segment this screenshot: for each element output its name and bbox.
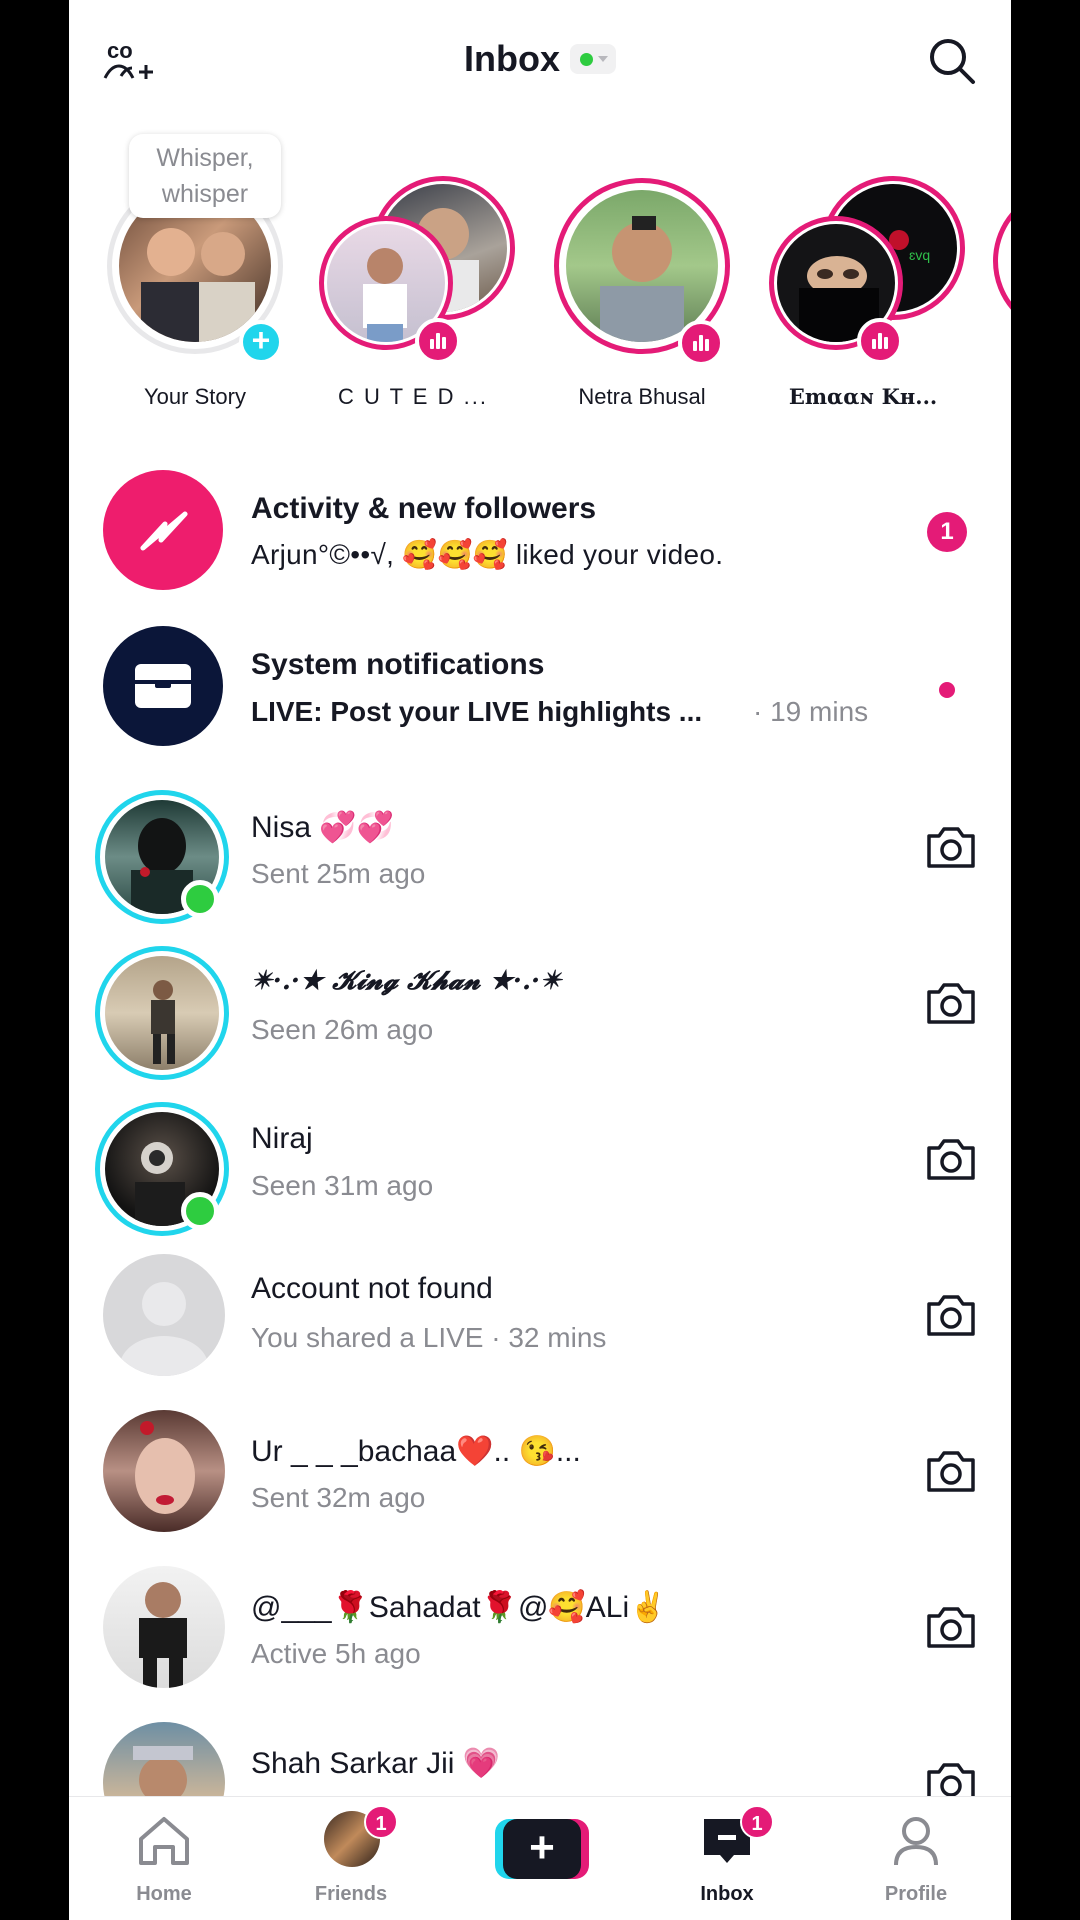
story-name: C U T E D ... — [338, 384, 488, 409]
story-note-bubble[interactable]: Whisper, whisper — [129, 134, 281, 218]
story-name: Netra Bhusal — [578, 384, 706, 409]
search-icon[interactable] — [927, 36, 977, 86]
chevron-down-icon — [598, 56, 608, 63]
conversation-name: @___🌹Sahadat🌹@🥰ALi✌️ — [251, 1591, 667, 1624]
conversation-name: ✴·.·★ 𝓚𝓲𝓷𝓰 𝓚𝓱𝓪𝓷 ★·.·✴ — [251, 966, 562, 996]
conversation-row[interactable]: ✴·.·★ 𝓚𝓲𝓷𝓰 𝓚𝓱𝓪𝓷 ★·.·✴ Seen 26m ago — [69, 926, 1011, 1080]
camera-icon[interactable] — [925, 824, 977, 870]
active-status-toggle[interactable] — [570, 44, 616, 75]
camera-icon[interactable] — [925, 1292, 977, 1338]
online-indicator — [181, 880, 219, 918]
lightning-icon — [103, 470, 223, 590]
note-line-2: whisper — [161, 180, 249, 208]
nav-inbox[interactable]: 1 Inbox — [652, 1805, 802, 1905]
system-subtitle: LIVE: Post your LIVE highlights ... — [251, 696, 703, 727]
live-icon — [415, 318, 461, 364]
conversation-row[interactable]: @___🌹Sahadat🌹@🥰ALi✌️ Active 5h ago — [69, 1550, 1011, 1700]
story-item-emaan[interactable]: ɛvq Emααɴ Kʜ... — [763, 120, 965, 420]
conversation-name: Shah Sarkar Jii 💗 — [251, 1747, 501, 1780]
conversation-row[interactable]: Ur _ _ _bachaa❤️.. 😘... Sent 32m ago — [69, 1394, 1011, 1544]
conversation-status: Active 5h ago — [251, 1638, 421, 1669]
conversation-status: Seen 26m ago — [251, 1014, 434, 1045]
story-item-cute[interactable]: C U T E D ... — [313, 120, 515, 420]
inbox-badge: 1 — [740, 1805, 774, 1839]
bottom-nav: Home 1 Friends + 1 Inbox Profile — [69, 1796, 1011, 1920]
nav-friends-label: Friends — [314, 1883, 388, 1905]
stories-row: Whisper, whisper + Your Story C U T E D … — [69, 120, 1011, 420]
page-title-text: Inbox — [464, 38, 560, 80]
conversation-row[interactable]: Account not found You shared a LIVE · 32… — [69, 1238, 1011, 1388]
inbox-screen: co Inbox Whisper, whisper + Your Story C… — [69, 0, 1011, 1920]
story-name: Your Story — [144, 384, 246, 409]
system-notifications-row[interactable]: System notifications LIVE: Post your LIV… — [69, 612, 1011, 762]
svg-text:ɛvq: ɛvq — [909, 247, 930, 263]
system-title: System notifications — [251, 648, 545, 681]
conversation-row[interactable]: Niraj Seen 31m ago — [69, 1082, 1011, 1236]
nav-profile[interactable]: Profile — [841, 1811, 991, 1905]
conversation-name: Niraj — [251, 1122, 313, 1155]
unread-count-badge: 1 — [927, 512, 967, 552]
live-icon — [678, 320, 724, 366]
profile-icon — [894, 1817, 938, 1866]
friends-badge: 1 — [364, 1805, 398, 1839]
nav-inbox-label: Inbox — [700, 1883, 754, 1905]
story-item-your-story[interactable]: Whisper, whisper + Your Story — [95, 120, 295, 420]
avatar — [566, 190, 718, 342]
camera-icon[interactable] — [925, 1136, 977, 1182]
story-name: Emααɴ Kʜ... — [788, 384, 938, 409]
avatar — [103, 1410, 225, 1532]
conversation-name: Account not found — [251, 1272, 493, 1305]
nav-home-label: Home — [136, 1883, 192, 1905]
conversation-name: Ur _ _ _bachaa❤️.. 😘... — [251, 1435, 581, 1468]
camera-icon[interactable] — [925, 1448, 977, 1494]
home-icon — [139, 1817, 189, 1865]
inbox-tray-icon — [103, 626, 223, 746]
live-icon — [857, 318, 903, 364]
active-status-dot — [580, 53, 593, 67]
conversation-status: Sent 32m ago — [251, 1482, 426, 1513]
conversation-status: You shared a LIVE · 32 mins — [251, 1322, 607, 1353]
note-line-1: Whisper, — [156, 144, 254, 172]
conversation-status: Seen 31m ago — [251, 1170, 434, 1201]
avatar — [103, 1566, 225, 1688]
conversation-row[interactable]: Nisa 💞💞 Sent 25m ago — [69, 770, 1011, 924]
story-item-netra-bhusal[interactable]: Netra Bhusal — [542, 120, 742, 420]
plus-icon: + — [495, 1819, 589, 1879]
activity-title: Activity & new followers — [251, 492, 597, 525]
nav-home[interactable]: Home — [89, 1811, 239, 1905]
header: co Inbox — [69, 0, 1011, 120]
story-ring-partial[interactable] — [993, 186, 1011, 336]
online-indicator — [181, 1192, 219, 1230]
inbox-icon — [704, 1819, 750, 1863]
nav-profile-label: Profile — [884, 1883, 948, 1905]
conversation-name: Nisa 💞💞 — [251, 811, 395, 844]
avatar — [105, 956, 219, 1070]
add-story-icon[interactable]: + — [239, 320, 283, 364]
conversation-status: Sent 25m ago — [251, 858, 426, 889]
default-avatar-icon — [103, 1254, 225, 1376]
page-title[interactable]: Inbox — [69, 36, 1011, 80]
unread-dot — [939, 682, 955, 698]
system-time: · 19 mins — [753, 696, 869, 727]
activity-row[interactable]: Activity & new followers Arjun°©••√, 🥰🥰🥰… — [69, 456, 1011, 606]
activity-subtitle: Arjun°©••√, 🥰🥰🥰 liked your video. — [251, 539, 724, 570]
camera-icon[interactable] — [925, 1604, 977, 1650]
camera-icon[interactable] — [925, 980, 977, 1026]
